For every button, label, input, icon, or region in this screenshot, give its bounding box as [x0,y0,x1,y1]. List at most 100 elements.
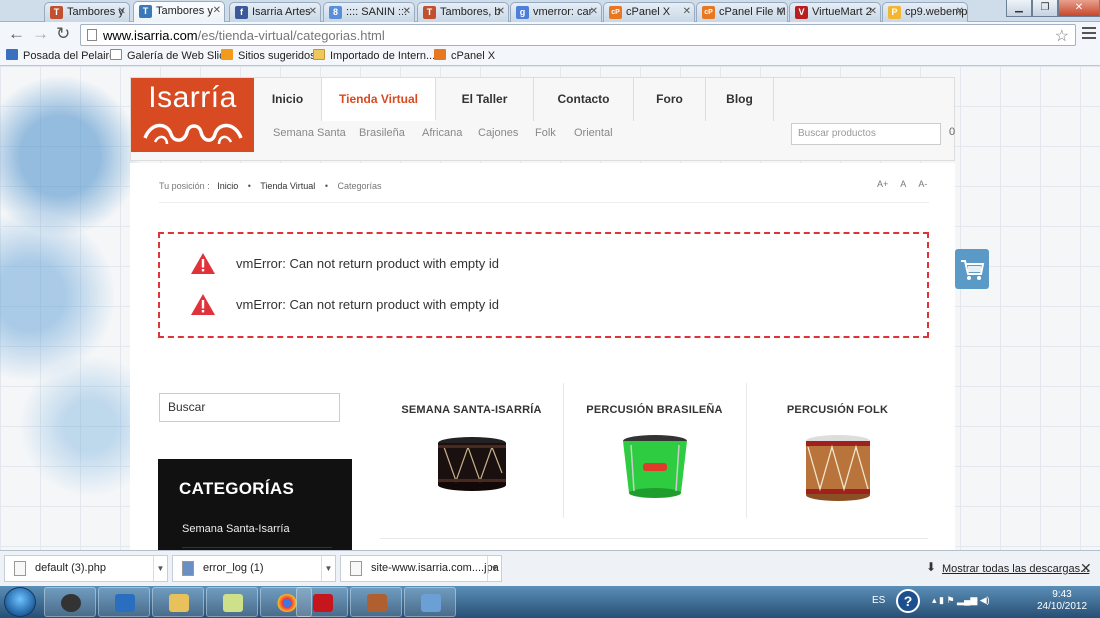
browser-tab[interactable]: V VirtueMart 2 ✕ [789,2,881,22]
subnav-item[interactable]: Africana [422,127,462,139]
chevron-down-icon[interactable]: ▼ [487,556,501,581]
language-indicator[interactable]: ES [872,595,885,606]
bookmark-item[interactable]: Sitios sugeridos [221,49,316,62]
close-tab-icon[interactable]: ✕ [213,2,221,20]
bookmark-item[interactable]: cPanel X [434,49,495,62]
browser-tab[interactable]: 8 :::: SANIN ::: ✕ [323,2,415,22]
browser-tab[interactable]: T Tambores y ✕ [44,2,130,22]
nav-item-contacto[interactable]: Contacto [534,78,634,121]
category-card[interactable]: PERCUSIÓN BRASILEÑA [563,383,746,518]
close-tab-icon[interactable]: ✕ [590,3,598,21]
close-tab-icon[interactable]: ✕ [776,3,784,21]
breadcrumb-current: Categorías [337,181,382,191]
forward-arrow-icon[interactable]: → [32,25,49,43]
minimize-button[interactable]: ▁ [1006,0,1032,17]
subnav-item[interactable]: Folk [535,127,556,139]
pdf-icon [313,594,333,612]
bookmark-favicon-icon [6,49,18,60]
start-button[interactable] [4,587,36,617]
tab-label: Tambores, b [440,6,501,18]
bookmark-label: Posada del Pelaire [23,50,116,62]
back-arrow-icon[interactable]: ← [8,25,25,43]
cart-button[interactable] [955,249,989,289]
font-increase-button[interactable]: A+ [877,179,888,189]
close-window-button[interactable]: ✕ [1058,0,1100,17]
main-content: Tu posición : Inicio • Tienda Virtual • … [130,163,955,550]
browser-tab[interactable]: P cp9.webemp ✕ [882,2,968,22]
nav-item-blog[interactable]: Blog [706,78,774,121]
subnav-item[interactable]: Brasileña [359,127,405,139]
close-tab-icon[interactable]: ✕ [403,3,411,21]
download-item[interactable]: default (3).php ▼ [4,555,168,582]
clock-date: 24/10/2012 [1036,601,1088,612]
bookmark-star-icon[interactable]: ☆ [1055,26,1069,46]
browser-tab[interactable]: cP cPanel X ✕ [603,2,695,22]
browser-tab[interactable]: cP cPanel File M ✕ [696,2,788,22]
close-tab-icon[interactable]: ✕ [309,3,317,21]
category-card[interactable]: SEMANA SANTA-ISARRÍA [380,383,563,518]
downloads-bar: default (3).php ▼ error_log (1) ▼ site-w… [0,550,1100,586]
brazilian-drum-image [623,435,687,498]
reload-icon[interactable]: ↻ [56,25,70,43]
category-name[interactable]: PERCUSIÓN BRASILEÑA [563,404,746,416]
browser-tab[interactable]: T Tambores, b ✕ [417,2,509,22]
bookmark-folder[interactable]: Importado de Intern... [313,49,435,62]
show-all-downloads-link[interactable]: Mostrar todas las descargas... [942,563,1089,575]
nav-item-el-taller[interactable]: El Taller [436,78,534,121]
search-input[interactable]: Buscar [159,393,340,422]
close-tab-icon[interactable]: ✕ [956,3,964,21]
taskbar-app[interactable] [98,587,150,617]
tab-label: VirtueMart 2 [812,6,872,18]
font-reset-button[interactable]: A [900,179,906,189]
search-products-input[interactable]: Buscar productos [791,123,941,145]
browser-tab[interactable]: f Isarria Artes ✕ [229,2,321,22]
tab-favicon-icon: T [139,5,152,18]
clock-time: 9:43 [1052,589,1072,600]
file-icon [14,561,26,576]
download-item[interactable]: error_log (1) ▼ [172,555,336,582]
close-tab-icon[interactable]: ✕ [869,3,877,21]
font-decrease-button[interactable]: A- [918,179,927,189]
subnav-item[interactable]: Cajones [478,127,518,139]
bookmark-item[interactable]: Posada del Pelaire [6,49,115,62]
taskbar-app-acrobat[interactable] [296,587,348,617]
close-tab-icon[interactable]: ✕ [683,3,691,21]
taskbar-app[interactable] [404,587,456,617]
bookmark-favicon-icon [434,49,446,60]
taskbar-app[interactable] [350,587,402,617]
close-tab-icon[interactable]: ✕ [118,3,126,21]
taskbar-app-explorer[interactable] [152,587,204,617]
chevron-down-icon[interactable]: ▼ [321,556,335,581]
subnav-item[interactable]: Oriental [574,127,613,139]
bookmark-item[interactable]: Galería de Web Slice [110,49,231,62]
close-tab-icon[interactable]: ✕ [497,3,505,21]
category-card[interactable]: PERCUSIÓN FOLK [746,383,929,518]
breadcrumb-link[interactable]: Inicio [217,181,238,191]
menu-icon[interactable] [1082,27,1096,41]
maximize-button[interactable]: ❐ [1032,0,1058,17]
address-bar[interactable]: www.isarria.com/es/tienda-virtual/catego… [80,24,1076,46]
browser-tab-active[interactable]: T Tambores y ✕ [133,1,225,22]
site-logo[interactable]: Isarría [131,78,254,152]
category-link[interactable]: Semana Santa-Isarría [182,523,290,535]
error-text: vmError: Can not return product with emp… [236,256,499,271]
taskbar-app[interactable] [206,587,258,617]
category-name[interactable]: SEMANA SANTA-ISARRÍA [380,404,563,416]
chevron-down-icon[interactable]: ▼ [153,556,167,581]
tab-favicon-icon: g [516,6,529,19]
nav-item-inicio[interactable]: Inicio [254,78,322,121]
tray-icons[interactable]: ▴ ▮ ⚑ ▂▄▆ ◀) [932,595,990,606]
help-icon[interactable]: ? [896,589,920,613]
download-item[interactable]: site-www.isarria.com....jpa ▼ [340,555,502,582]
taskbar-app-hp[interactable] [44,587,96,617]
clock[interactable]: 9:43 24/10/2012 [1032,589,1092,613]
browser-tab[interactable]: g vmerror: car ✕ [510,2,602,22]
category-name[interactable]: PERCUSIÓN FOLK [746,404,929,416]
nav-item-tienda-virtual[interactable]: Tienda Virtual [322,78,436,121]
breadcrumb-link[interactable]: Tienda Virtual [260,181,315,191]
subnav-item[interactable]: Semana Santa [273,127,346,139]
nav-item-foro[interactable]: Foro [634,78,706,121]
close-downloads-button[interactable]: ✕ [1080,560,1092,577]
nav-label: Contacto [557,92,610,106]
categories-module: CATEGORÍAS Semana Santa-Isarría [158,459,352,550]
